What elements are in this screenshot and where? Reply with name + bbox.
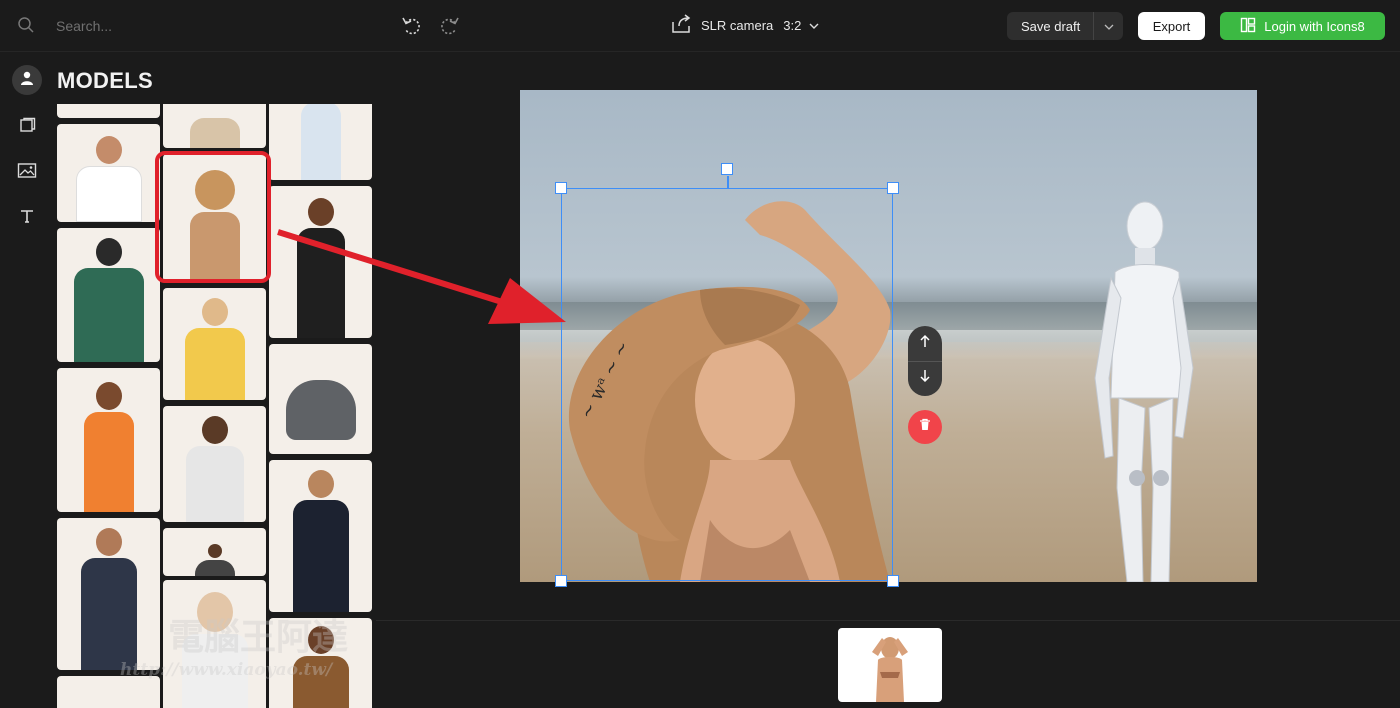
model-thumb[interactable]: [163, 406, 266, 522]
model-thumb[interactable]: [163, 104, 266, 148]
resize-handle-bottom-right[interactable]: [887, 575, 899, 587]
bring-forward-button[interactable]: [908, 326, 942, 361]
editor-stage: ~ wᵃ ~ ∼: [376, 52, 1400, 620]
search-bar: [0, 0, 376, 52]
save-draft-button[interactable]: Save draft: [1007, 12, 1123, 40]
watermark-text: 電腦王阿達: [168, 616, 349, 658]
canvas-ratio: 3:2: [783, 18, 802, 33]
share-icon: [671, 14, 693, 37]
search-icon: [17, 16, 35, 39]
model-thumb[interactable]: [269, 344, 372, 454]
save-options-dropdown[interactable]: [1093, 12, 1123, 40]
top-toolbar: SLR camera 3:2 Save draft Export Login w…: [376, 0, 1400, 52]
save-draft-label: Save draft: [1021, 18, 1081, 34]
undo-icon[interactable]: [400, 14, 422, 41]
canvas-name: SLR camera: [701, 18, 774, 33]
layer-order-control: [908, 326, 942, 396]
selected-model-highlight: [155, 151, 271, 283]
login-label: Login with Icons8: [1264, 18, 1365, 34]
arrow-down-icon: [919, 369, 931, 388]
trash-icon: [919, 418, 931, 436]
model-thumb[interactable]: [163, 528, 266, 576]
resize-handle-top-right[interactable]: [887, 182, 899, 194]
model-figure: [292, 470, 349, 612]
model-thumb[interactable]: [57, 228, 160, 362]
arrow-up-icon: [919, 334, 931, 353]
model-thumb[interactable]: [57, 518, 160, 670]
chevron-down-icon: [1104, 19, 1114, 34]
image-icon: [17, 162, 37, 185]
export-button[interactable]: Export: [1138, 12, 1205, 40]
text-icon: [19, 208, 35, 229]
model-figure: [296, 198, 345, 338]
watermark-url: http://www.xiaoyao.tw/: [120, 660, 333, 680]
model-thumb[interactable]: [163, 288, 266, 400]
model-figure: [185, 416, 244, 522]
icons8-logo-icon: [1240, 17, 1256, 36]
send-backward-button[interactable]: [908, 361, 942, 396]
model-thumb[interactable]: [269, 186, 372, 338]
robot-model-layer[interactable]: [1087, 198, 1197, 582]
model-figure: [80, 528, 137, 670]
layers-icon: [18, 117, 36, 140]
model-figure: [73, 238, 144, 362]
model-thumb[interactable]: [269, 104, 372, 180]
layers-filmstrip: [376, 620, 1400, 708]
model-figure: [194, 544, 235, 576]
rotate-stem: [727, 176, 729, 188]
layer-thumbnail[interactable]: [838, 628, 942, 702]
tool-rail: [0, 52, 56, 708]
rail-backgrounds-button[interactable]: [12, 158, 42, 188]
chevron-down-icon: [809, 18, 819, 33]
user-icon: [19, 70, 35, 91]
model-figure: [189, 116, 240, 148]
redo-icon[interactable]: [439, 14, 461, 41]
panel-title: MODELS: [57, 68, 153, 93]
login-button[interactable]: Login with Icons8: [1220, 12, 1385, 40]
rail-text-button[interactable]: [12, 203, 42, 233]
canvas-size-selector[interactable]: SLR camera 3:2: [671, 14, 819, 37]
selection-box: [561, 188, 893, 581]
model-figure: [300, 104, 341, 180]
rail-models-button[interactable]: [12, 65, 42, 95]
resize-handle-bottom-left[interactable]: [555, 575, 567, 587]
model-figure: [184, 298, 245, 400]
delete-layer-button[interactable]: [908, 410, 942, 444]
resize-handle-top-left[interactable]: [555, 182, 567, 194]
model-thumb[interactable]: [57, 104, 160, 118]
layer-thumbnail-figure: [872, 637, 908, 702]
rotate-handle[interactable]: [721, 163, 733, 175]
model-thumb[interactable]: [57, 676, 160, 708]
model-figure: [285, 378, 356, 440]
model-thumb[interactable]: [57, 124, 160, 222]
model-thumb[interactable]: [57, 368, 160, 512]
model-thumb[interactable]: [269, 460, 372, 612]
model-figure: [83, 382, 134, 512]
model-figure: [75, 136, 142, 222]
search-input[interactable]: [56, 14, 356, 38]
rail-objects-button[interactable]: [12, 113, 42, 143]
